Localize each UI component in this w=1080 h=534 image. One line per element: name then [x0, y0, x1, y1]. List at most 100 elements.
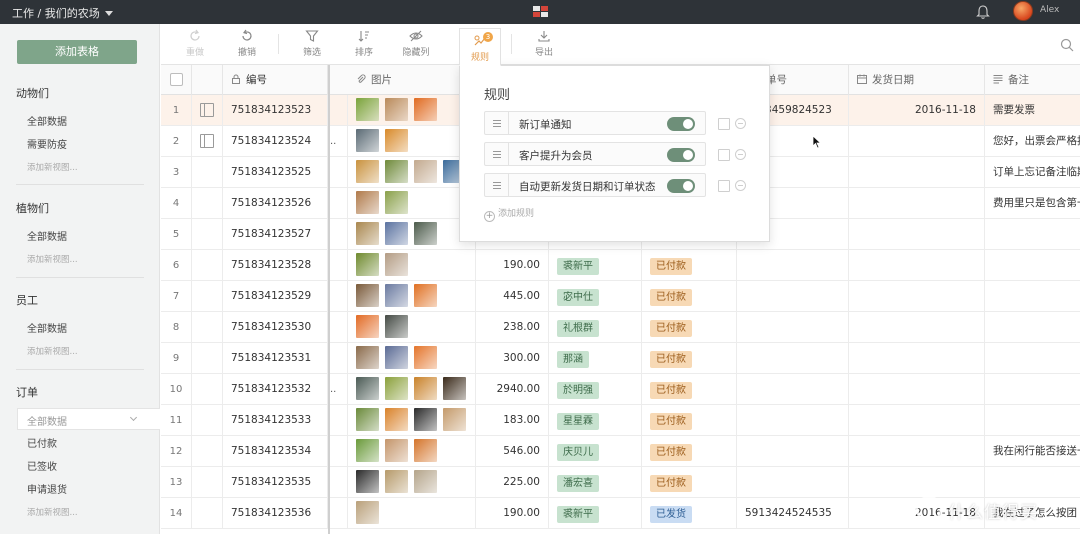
undo-button[interactable]: 撤销	[227, 29, 267, 58]
image-thumbnail[interactable]	[356, 284, 379, 307]
ship-date-cell[interactable]	[849, 312, 985, 343]
column-header-note[interactable]: 备注	[985, 65, 1080, 95]
image-thumbnail[interactable]	[385, 408, 408, 431]
expand-record-icon[interactable]	[200, 103, 214, 117]
image-thumbnail[interactable]	[385, 439, 408, 462]
tracking-cell[interactable]: 5913424524535	[737, 498, 849, 529]
expand-cell[interactable]	[192, 467, 223, 498]
image-thumbnail[interactable]	[385, 129, 408, 152]
rule-item[interactable]: 客户提升为会员	[484, 142, 706, 166]
image-thumbnail[interactable]	[443, 377, 466, 400]
view-signed[interactable]: 已签收	[27, 458, 57, 473]
add-view-link[interactable]: 添加新视图...	[27, 506, 78, 518]
image-thumbnail[interactable]	[356, 377, 379, 400]
image-cell[interactable]	[348, 188, 476, 219]
user-name[interactable]: Alex	[1040, 5, 1059, 15]
chevron-down-icon[interactable]	[129, 413, 138, 422]
expand-cell[interactable]	[192, 374, 223, 405]
price-cell[interactable]: 238.00	[476, 312, 549, 343]
tracking-cell[interactable]	[737, 405, 849, 436]
tracking-cell[interactable]	[737, 250, 849, 281]
ship-date-cell[interactable]	[849, 219, 985, 250]
image-thumbnail[interactable]	[356, 98, 379, 121]
rule-toggle[interactable]	[667, 179, 695, 193]
ship-date-cell[interactable]: 2016-11-18	[849, 95, 985, 126]
image-thumbnail[interactable]	[385, 253, 408, 276]
expand-cell[interactable]	[192, 436, 223, 467]
edit-icon[interactable]	[718, 118, 730, 130]
image-thumbnail[interactable]	[356, 439, 379, 462]
view-all-data-selected[interactable]: 全部数据	[17, 408, 160, 430]
image-thumbnail[interactable]	[414, 160, 437, 183]
ship-date-cell[interactable]	[849, 343, 985, 374]
ship-date-cell[interactable]	[849, 405, 985, 436]
remove-icon[interactable]	[735, 118, 746, 129]
price-cell[interactable]: 225.00	[476, 467, 549, 498]
customer-cell[interactable]: 裘新平	[549, 498, 642, 529]
image-thumbnail[interactable]	[356, 222, 379, 245]
order-id-cell[interactable]: 751834123535	[223, 467, 328, 498]
expand-record-icon[interactable]	[200, 134, 214, 148]
image-cell[interactable]	[348, 157, 476, 188]
price-cell[interactable]: 445.00	[476, 281, 549, 312]
remove-icon[interactable]	[735, 180, 746, 191]
expand-cell[interactable]	[192, 343, 223, 374]
image-thumbnail[interactable]	[414, 439, 437, 462]
image-cell[interactable]	[348, 250, 476, 281]
image-cell[interactable]	[348, 219, 476, 250]
table-row[interactable]: 9 751834123531 300.00 那涵 已付款	[161, 343, 1080, 374]
add-view-link[interactable]: 添加新视图...	[27, 253, 78, 265]
order-id-cell[interactable]: 751834123532	[223, 374, 328, 405]
expand-cell[interactable]	[192, 312, 223, 343]
tracking-cell[interactable]	[737, 374, 849, 405]
image-thumbnail[interactable]	[414, 408, 437, 431]
rule-item[interactable]: 新订单通知	[484, 111, 706, 135]
expand-cell[interactable]	[192, 126, 223, 157]
image-thumbnail[interactable]	[385, 222, 408, 245]
status-cell[interactable]: 已发货	[642, 498, 737, 529]
view-all-data[interactable]: 全部数据	[27, 320, 67, 335]
note-cell[interactable]	[985, 343, 1080, 374]
price-cell[interactable]: 300.00	[476, 343, 549, 374]
image-cell[interactable]	[348, 405, 476, 436]
image-cell[interactable]	[348, 436, 476, 467]
price-cell[interactable]: 546.00	[476, 436, 549, 467]
note-cell[interactable]: 我在闲行能否接送一	[985, 436, 1080, 467]
expand-cell[interactable]	[192, 281, 223, 312]
expand-cell[interactable]	[192, 219, 223, 250]
table-row[interactable]: 12 751834123534 546.00 庆贝儿 已付款 我在闲行能否接送一	[161, 436, 1080, 467]
column-header-id[interactable]: 编号	[223, 65, 328, 95]
image-thumbnail[interactable]	[356, 253, 379, 276]
note-cell[interactable]	[985, 250, 1080, 281]
order-id-cell[interactable]: 751834123527	[223, 219, 328, 250]
table-row[interactable]: 11 751834123533 183.00 星星霖 已付款	[161, 405, 1080, 436]
image-cell[interactable]	[348, 467, 476, 498]
note-cell[interactable]	[985, 312, 1080, 343]
image-thumbnail[interactable]	[414, 346, 437, 369]
note-cell[interactable]	[985, 405, 1080, 436]
remove-icon[interactable]	[735, 149, 746, 160]
customer-cell[interactable]: 宓中仕	[549, 281, 642, 312]
add-table-button[interactable]: 添加表格	[17, 40, 137, 64]
price-cell[interactable]: 190.00	[476, 250, 549, 281]
note-cell[interactable]	[985, 281, 1080, 312]
price-cell[interactable]: 2940.00	[476, 374, 549, 405]
table-animals[interactable]: 动物们	[16, 85, 49, 101]
image-cell[interactable]	[348, 312, 476, 343]
image-thumbnail[interactable]	[414, 284, 437, 307]
hide-columns-button[interactable]: 隐藏列	[396, 29, 436, 58]
image-thumbnail[interactable]	[385, 284, 408, 307]
status-cell[interactable]: 已付款	[642, 467, 737, 498]
tracking-cell[interactable]	[737, 436, 849, 467]
status-cell[interactable]: 已付款	[642, 250, 737, 281]
sort-button[interactable]: 排序	[344, 29, 384, 58]
image-thumbnail[interactable]	[443, 408, 466, 431]
image-cell[interactable]	[348, 343, 476, 374]
image-thumbnail[interactable]	[385, 98, 408, 121]
table-row[interactable]: 10 751834123532.. 2940.00 於明强 已付款	[161, 374, 1080, 405]
expand-cell[interactable]	[192, 188, 223, 219]
view-all-data[interactable]: 全部数据	[27, 228, 67, 243]
customer-cell[interactable]: 礼根群	[549, 312, 642, 343]
column-header-ship-date[interactable]: 发货日期	[849, 65, 985, 95]
drag-handle-icon[interactable]	[485, 143, 509, 165]
